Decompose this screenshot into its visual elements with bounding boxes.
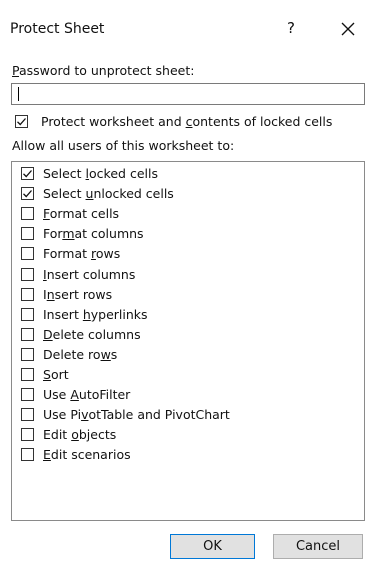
allow-users-label: Allow all users of this worksheet to:	[12, 138, 235, 153]
password-input[interactable]	[11, 83, 365, 105]
close-button[interactable]	[336, 17, 360, 41]
permission-checkbox[interactable]	[21, 267, 34, 281]
permission-label: Delete rows	[43, 346, 118, 362]
password-label: Password to unprotect sheet:	[12, 63, 195, 78]
permission-label: Delete columns	[43, 326, 141, 342]
permission-checkbox[interactable]	[21, 207, 34, 221]
permissions-list[interactable]: Select locked cells Select unlocked cells…	[11, 161, 365, 521]
permission-label: Use PivotTable and PivotChart	[43, 407, 230, 423]
permission-label: Insert rows	[43, 286, 113, 302]
help-button[interactable]: ?	[281, 17, 301, 39]
cancel-button[interactable]: Cancel	[273, 534, 363, 559]
permission-checkbox[interactable]	[21, 247, 34, 261]
permission-label: Use AutoFilter	[43, 387, 131, 403]
permission-checkbox[interactable]	[21, 388, 34, 402]
permission-checkbox[interactable]	[21, 307, 34, 321]
permission-label: Edit objects	[43, 427, 117, 443]
protect-contents-label: Protect worksheet and contents of locked…	[41, 114, 333, 129]
text-caret	[18, 87, 19, 101]
permission-label: Select locked cells	[43, 166, 158, 181]
permission-label: Edit scenarios	[43, 447, 131, 463]
protect-contents-checkbox[interactable]	[15, 115, 28, 128]
permission-checkbox[interactable]	[21, 428, 34, 442]
permission-label: Select unlocked cells	[43, 186, 174, 202]
permission-checkbox[interactable]	[21, 227, 34, 241]
permission-label: Sort	[43, 367, 69, 382]
checkmark-icon	[23, 170, 32, 178]
permission-label: Insert columns	[43, 266, 136, 282]
title-bar: Protect Sheet ?	[0, 0, 371, 40]
permission-checkbox[interactable]	[21, 327, 34, 341]
permission-label: Insert hyperlinks	[43, 306, 148, 322]
permission-checkbox[interactable]	[21, 408, 34, 422]
permission-checkbox[interactable]	[21, 187, 34, 201]
permission-label: Format columns	[43, 226, 144, 242]
permission-checkbox[interactable]	[21, 347, 34, 361]
permission-checkbox[interactable]	[21, 167, 34, 180]
permission-checkbox[interactable]	[21, 448, 34, 462]
permission-checkbox[interactable]	[21, 287, 34, 301]
checkmark-icon	[23, 190, 32, 198]
checkmark-icon	[17, 118, 26, 126]
protect-sheet-dialog: Protect Sheet ? Password to unprotect sh…	[0, 0, 371, 566]
permission-label: Format cells	[43, 206, 120, 222]
permission-checkbox[interactable]	[21, 368, 34, 381]
dialog-title: Protect Sheet	[10, 21, 105, 37]
permission-label: Format rows	[43, 246, 121, 262]
close-icon	[341, 22, 355, 36]
ok-button[interactable]: OK	[170, 534, 255, 559]
